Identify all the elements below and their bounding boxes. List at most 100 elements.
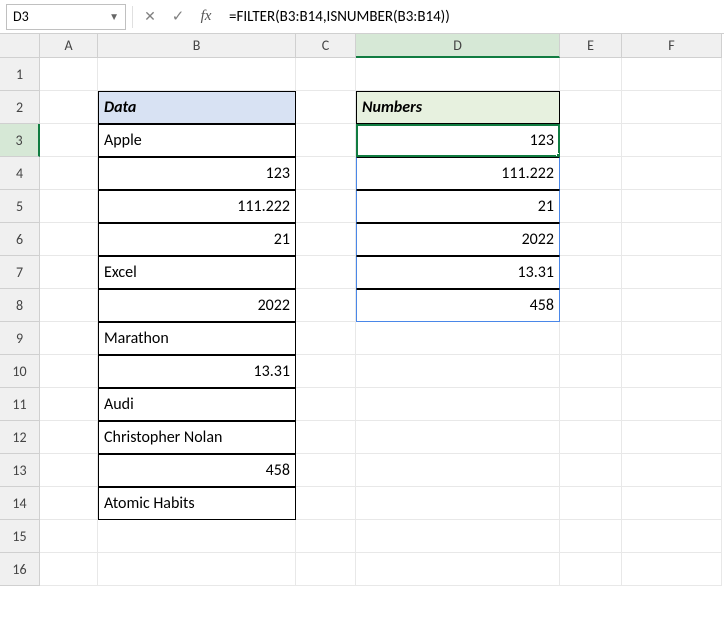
row-header[interactable]: 15 <box>0 520 40 553</box>
row-header[interactable]: 14 <box>0 487 40 520</box>
col-header-c[interactable]: C <box>296 34 356 58</box>
col-header-f[interactable]: F <box>622 34 722 58</box>
cell[interactable] <box>622 454 722 487</box>
col-header-d[interactable]: D <box>356 34 560 58</box>
data-cell[interactable]: 21 <box>98 223 296 256</box>
cell[interactable] <box>40 190 98 223</box>
cell[interactable] <box>560 124 622 157</box>
cell[interactable] <box>560 421 622 454</box>
data-cell[interactable]: Excel <box>98 256 296 289</box>
cell[interactable] <box>296 520 356 553</box>
row-header[interactable]: 5 <box>0 190 40 223</box>
cell[interactable] <box>296 91 356 124</box>
row-header[interactable]: 6 <box>0 223 40 256</box>
row-header[interactable]: 9 <box>0 322 40 355</box>
data-cell[interactable]: Audi <box>98 388 296 421</box>
select-all-corner[interactable] <box>0 34 40 58</box>
cell[interactable] <box>560 388 622 421</box>
cell[interactable] <box>40 487 98 520</box>
data-cell[interactable]: 458 <box>98 454 296 487</box>
cell[interactable] <box>40 322 98 355</box>
cell[interactable] <box>356 58 560 91</box>
cell[interactable] <box>296 355 356 388</box>
cell[interactable] <box>560 157 622 190</box>
cell[interactable] <box>40 58 98 91</box>
cell[interactable] <box>560 223 622 256</box>
row-header[interactable]: 3 <box>0 124 40 157</box>
cell[interactable] <box>40 124 98 157</box>
cell[interactable] <box>356 520 560 553</box>
cell[interactable] <box>98 58 296 91</box>
cell[interactable] <box>40 553 98 586</box>
cell[interactable] <box>560 190 622 223</box>
cell[interactable] <box>296 454 356 487</box>
cell[interactable] <box>560 322 622 355</box>
row-header[interactable]: 16 <box>0 553 40 586</box>
cell[interactable] <box>622 421 722 454</box>
cell[interactable] <box>296 223 356 256</box>
fx-icon[interactable]: fx <box>195 6 217 28</box>
numbers-cell[interactable]: 13.31 <box>356 256 560 289</box>
cell[interactable] <box>40 388 98 421</box>
row-header[interactable]: 8 <box>0 289 40 322</box>
numbers-cell[interactable]: 111.222 <box>356 157 560 190</box>
cell[interactable] <box>296 190 356 223</box>
cell[interactable] <box>560 553 622 586</box>
row-header[interactable]: 12 <box>0 421 40 454</box>
cell[interactable] <box>560 58 622 91</box>
cell[interactable] <box>560 289 622 322</box>
cell[interactable] <box>98 520 296 553</box>
data-cell[interactable]: 111.222 <box>98 190 296 223</box>
cell[interactable] <box>622 553 722 586</box>
cell[interactable] <box>622 256 722 289</box>
cell[interactable] <box>560 91 622 124</box>
name-box[interactable]: D3 ▼ <box>6 4 126 30</box>
cell[interactable] <box>356 421 560 454</box>
row-header[interactable]: 13 <box>0 454 40 487</box>
data-cell[interactable]: Marathon <box>98 322 296 355</box>
cell[interactable] <box>622 388 722 421</box>
cell[interactable] <box>296 421 356 454</box>
cell[interactable] <box>296 289 356 322</box>
cell[interactable] <box>296 553 356 586</box>
row-header[interactable]: 2 <box>0 91 40 124</box>
data-cell[interactable]: 2022 <box>98 289 296 322</box>
enter-check-icon[interactable]: ✓ <box>167 6 189 28</box>
cell[interactable] <box>560 256 622 289</box>
cell[interactable] <box>356 553 560 586</box>
cell[interactable] <box>356 487 560 520</box>
numbers-cell[interactable]: 2022 <box>356 223 560 256</box>
cell[interactable] <box>622 289 722 322</box>
cell[interactable] <box>560 487 622 520</box>
cell[interactable] <box>560 454 622 487</box>
cell[interactable] <box>40 520 98 553</box>
row-header[interactable]: 7 <box>0 256 40 289</box>
cell[interactable] <box>622 157 722 190</box>
cell[interactable] <box>560 355 622 388</box>
cell[interactable] <box>40 91 98 124</box>
cell[interactable] <box>98 553 296 586</box>
fill-handle[interactable] <box>556 153 560 157</box>
data-cell[interactable]: Christopher Nolan <box>98 421 296 454</box>
cell[interactable] <box>296 157 356 190</box>
cell[interactable] <box>356 454 560 487</box>
cell[interactable] <box>296 58 356 91</box>
cell[interactable] <box>622 124 722 157</box>
row-header[interactable]: 1 <box>0 58 40 91</box>
row-header[interactable]: 10 <box>0 355 40 388</box>
cell[interactable] <box>296 388 356 421</box>
cell[interactable] <box>622 91 722 124</box>
cell[interactable] <box>356 322 560 355</box>
cell[interactable] <box>622 487 722 520</box>
numbers-cell[interactable]: 458 <box>356 289 560 322</box>
data-cell[interactable]: 123 <box>98 157 296 190</box>
col-header-b[interactable]: B <box>98 34 296 58</box>
data-header[interactable]: Data <box>98 91 296 124</box>
cell[interactable] <box>40 157 98 190</box>
cell[interactable] <box>622 520 722 553</box>
cell[interactable] <box>622 322 722 355</box>
cell[interactable] <box>296 124 356 157</box>
cell[interactable] <box>560 520 622 553</box>
data-cell[interactable]: Atomic Habits <box>98 487 296 520</box>
row-header[interactable]: 11 <box>0 388 40 421</box>
